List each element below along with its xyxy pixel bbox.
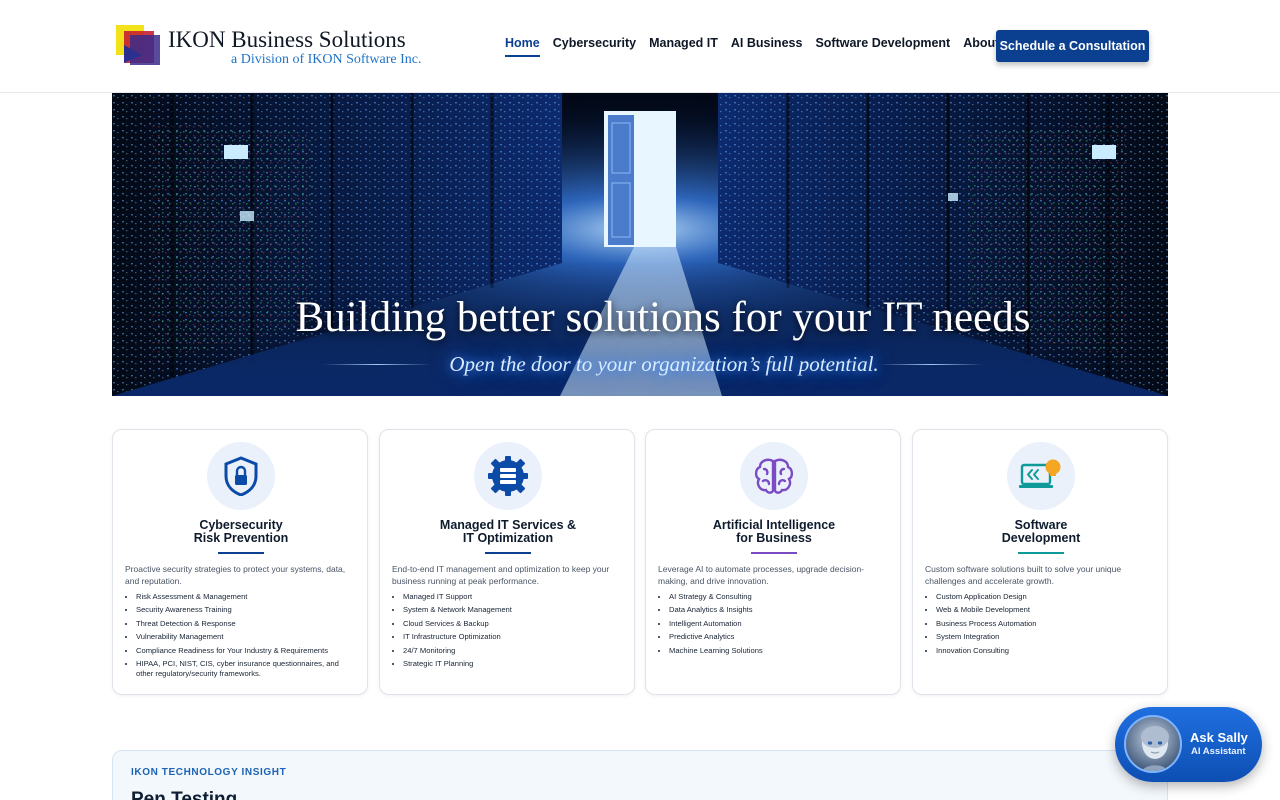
card-divider bbox=[218, 552, 264, 554]
logo-mark-icon bbox=[116, 25, 160, 65]
list-item: Machine Learning Solutions bbox=[669, 646, 891, 656]
card-icon-circle bbox=[1007, 442, 1075, 510]
list-item: Compliance Readiness for Your Industry &… bbox=[136, 646, 358, 656]
card-feature-list: Risk Assessment & Management Security Aw… bbox=[136, 592, 358, 682]
nav-cybersecurity[interactable]: Cybersecurity bbox=[553, 36, 636, 57]
hero-title: Building better solutions for your IT ne… bbox=[295, 294, 1031, 341]
list-item: System Integration bbox=[936, 632, 1158, 642]
hero-divider-left bbox=[323, 364, 431, 365]
card-description: Custom software solutions built to solve… bbox=[925, 564, 1122, 586]
card-description: Proactive security strategies to protect… bbox=[125, 564, 346, 586]
nav-managed-it[interactable]: Managed IT bbox=[649, 36, 718, 57]
company-logo[interactable]: IKON Business Solutions a Division of IK… bbox=[116, 25, 436, 70]
card-icon-circle bbox=[207, 442, 275, 510]
card-description: End-to-end IT management and optimizatio… bbox=[392, 564, 610, 586]
list-item: 24/7 Monitoring bbox=[403, 646, 625, 656]
list-item: AI Strategy & Consulting bbox=[669, 592, 891, 602]
list-item: Web & Mobile Development bbox=[936, 605, 1158, 615]
card-icon-circle bbox=[740, 442, 808, 510]
nav-software-development[interactable]: Software Development bbox=[815, 36, 950, 57]
list-item: Security Awareness Training bbox=[136, 605, 358, 615]
card-divider bbox=[1018, 552, 1064, 554]
server-gear-icon bbox=[488, 456, 528, 496]
technology-insight-panel: IKON TECHNOLOGY INSIGHT Pen Testing bbox=[112, 750, 1168, 800]
card-divider bbox=[751, 552, 797, 554]
card-description: Leverage AI to automate processes, upgra… bbox=[658, 564, 865, 586]
card-feature-list: Custom Application Design Web & Mobile D… bbox=[936, 592, 1158, 659]
card-artificial-intelligence[interactable]: Artificial Intelligence for Business Lev… bbox=[645, 429, 901, 695]
card-feature-list: AI Strategy & Consulting Data Analytics … bbox=[669, 592, 891, 659]
hero-subtitle: Open the door to your organization’s ful… bbox=[449, 352, 879, 376]
assistant-role: AI Assistant bbox=[1191, 746, 1246, 757]
card-software-development[interactable]: Software Development Custom software sol… bbox=[912, 429, 1168, 695]
list-item: Intelligent Automation bbox=[669, 619, 891, 629]
robot-face-icon bbox=[1141, 726, 1169, 771]
list-item: System & Network Management bbox=[403, 605, 625, 615]
list-item: Cloud Services & Backup bbox=[403, 619, 625, 629]
site-header: IKON Business Solutions a Division of IK… bbox=[0, 0, 1280, 93]
list-item: Business Process Automation bbox=[936, 619, 1158, 629]
logo-title: IKON Business Solutions bbox=[168, 27, 406, 52]
list-item: Predictive Analytics bbox=[669, 632, 891, 642]
list-item: HIPAA, PCI, NIST, CIS, cyber insurance q… bbox=[136, 659, 358, 679]
server-room-door-image bbox=[112, 93, 1168, 396]
list-item: Vulnerability Management bbox=[136, 632, 358, 642]
list-item: Data Analytics & Insights bbox=[669, 605, 891, 615]
card-divider bbox=[485, 552, 531, 554]
brain-icon bbox=[754, 458, 794, 494]
sally-avatar bbox=[1124, 715, 1182, 773]
assistant-name: Ask Sally bbox=[1190, 730, 1248, 745]
card-feature-list: Managed IT Support System & Network Mana… bbox=[403, 592, 625, 672]
card-title: Cybersecurity Risk Prevention bbox=[193, 518, 289, 545]
nav-home[interactable]: Home bbox=[505, 36, 540, 57]
shield-lock-icon bbox=[224, 456, 258, 496]
list-item: Threat Detection & Response bbox=[136, 619, 358, 629]
list-item: Strategic IT Planning bbox=[403, 659, 625, 669]
card-title: Software Development bbox=[1001, 518, 1081, 545]
card-managed-it[interactable]: Managed IT Services & IT Optimization En… bbox=[379, 429, 635, 695]
code-laptop-icon bbox=[1019, 459, 1061, 488]
main-nav: Home Cybersecurity Managed IT AI Busines… bbox=[505, 36, 999, 57]
card-cybersecurity[interactable]: Cybersecurity Risk Prevention Proactive … bbox=[112, 429, 368, 695]
service-cards: Cybersecurity Risk Prevention Proactive … bbox=[112, 429, 1168, 695]
card-icon-circle bbox=[474, 442, 542, 510]
list-item: Managed IT Support bbox=[403, 592, 625, 602]
insight-title[interactable]: Pen Testing bbox=[131, 789, 237, 800]
hero-divider-right bbox=[878, 364, 984, 365]
hero-banner: Building better solutions for your IT ne… bbox=[112, 93, 1168, 396]
nav-about[interactable]: About bbox=[963, 36, 999, 57]
card-title: Artificial Intelligence for Business bbox=[712, 518, 836, 545]
list-item: Innovation Consulting bbox=[936, 646, 1158, 656]
list-item: Risk Assessment & Management bbox=[136, 592, 358, 602]
schedule-consultation-button[interactable]: Schedule a Consultation bbox=[996, 30, 1149, 62]
list-item: Custom Application Design bbox=[936, 592, 1158, 602]
list-item: IT Infrastructure Optimization bbox=[403, 632, 625, 642]
insight-eyebrow: IKON TECHNOLOGY INSIGHT bbox=[131, 767, 287, 778]
ask-sally-button[interactable]: Ask Sally AI Assistant bbox=[1115, 707, 1262, 782]
nav-ai-business[interactable]: AI Business bbox=[731, 36, 803, 57]
card-title: Managed IT Services & IT Optimization bbox=[439, 518, 577, 545]
logo-subtitle: a Division of IKON Software Inc. bbox=[231, 52, 422, 67]
